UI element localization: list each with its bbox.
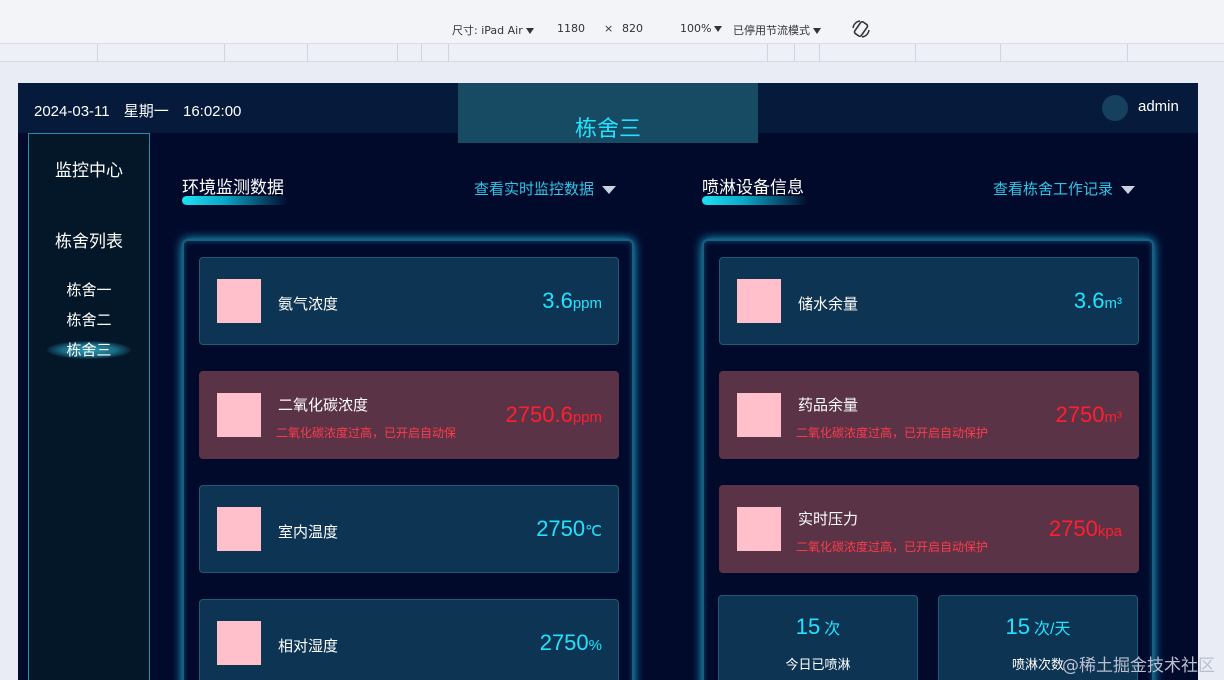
card-name: 室内温度 — [278, 523, 339, 541]
card-name: 药品余量 — [798, 396, 859, 414]
stat-unit: 次/天 — [1034, 621, 1071, 638]
stat-today-sprays: 15 次 今日已喷淋 — [718, 595, 918, 680]
sidebar-list-title[interactable]: 栋舍列表 — [29, 227, 149, 252]
stat-number: 15 — [795, 614, 821, 639]
spray-record-link[interactable]: 查看栋舍工作记录 — [993, 178, 1136, 199]
env-panel: 氨气浓度 3.6ppm 二氧化碳浓度 二氧化碳浓度过高，已开启自动保 2750.… — [182, 239, 634, 680]
card-name: 相对湿度 — [278, 637, 339, 655]
card-name: 二氧化碳浓度 — [278, 396, 369, 414]
dashboard: 2024-03-11 星期一 16:02:00 admin 栋舍三 监控中心 栋… — [18, 83, 1198, 680]
spray-section-title: 喷淋设备信息 — [702, 178, 804, 198]
throttle-label: 已停用节流模式 — [733, 24, 810, 37]
card-value: 3.6m³ — [1074, 288, 1122, 314]
rotate-icon — [852, 20, 870, 38]
value-number: 2750 — [1055, 402, 1105, 427]
time-text: 16:02:00 — [182, 103, 242, 120]
chevron-down-icon — [525, 28, 534, 34]
value-number: 2750 — [536, 516, 586, 541]
value-unit: kpa — [1097, 523, 1122, 540]
value-unit: ppm — [572, 295, 602, 312]
page-title-box: 栋舍三 — [458, 83, 758, 143]
zoom-select[interactable]: 100% — [680, 22, 723, 35]
stat-number: 15 — [1005, 614, 1031, 639]
datetime: 2024-03-11 星期一 16:02:00 — [34, 100, 251, 121]
sidebar: 监控中心 栋舍列表 栋舍一 栋舍二 栋舍三 — [28, 133, 150, 680]
stat-value: 15 次/天 — [939, 614, 1137, 640]
card-name: 实时压力 — [798, 510, 859, 528]
sidebar-item-1[interactable]: 栋舍一 — [29, 279, 149, 300]
chevron-down-icon — [1121, 185, 1136, 194]
spray-title-underline — [702, 196, 808, 205]
medicine-icon — [737, 393, 781, 437]
value-number: 3.6 — [542, 288, 573, 313]
value-number: 3.6 — [1073, 288, 1105, 313]
height-input[interactable]: 820 — [622, 22, 643, 35]
username[interactable]: admin — [1138, 98, 1179, 115]
sidebar-item-3[interactable]: 栋舍三 — [29, 339, 149, 360]
card-warning: 二氧化碳浓度过高，已开启自动保护 — [796, 540, 989, 554]
temperature-icon — [217, 507, 261, 551]
value-unit: m³ — [1104, 295, 1123, 312]
env-card-humidity: 相对湿度 2750% — [199, 599, 619, 680]
env-section-title: 环境监测数据 — [182, 178, 284, 198]
value-number: 2750 — [1048, 516, 1098, 541]
device-label: 尺寸: iPad Air — [452, 24, 523, 37]
card-value: 2750℃ — [536, 516, 602, 542]
device-select[interactable]: 尺寸: iPad Air — [452, 22, 534, 38]
sidebar-item-2[interactable]: 栋舍二 — [29, 309, 149, 330]
zoom-label: 100% — [680, 22, 712, 35]
value-unit: ℃ — [585, 523, 602, 540]
width-input[interactable]: 1180 — [557, 22, 585, 35]
chevron-down-icon — [714, 26, 723, 32]
pressure-icon — [737, 507, 781, 551]
times-label: × — [604, 22, 614, 35]
value-unit: ppm — [572, 409, 602, 426]
value-unit: m³ — [1104, 409, 1123, 426]
media-query-ruler — [0, 44, 1224, 62]
ammonia-icon — [217, 279, 261, 323]
sidebar-monitor-center[interactable]: 监控中心 — [29, 156, 149, 181]
spray-link-text: 查看栋舍工作记录 — [993, 180, 1114, 198]
avatar[interactable] — [1102, 95, 1128, 121]
chevron-down-icon — [813, 28, 821, 34]
card-name: 储水余量 — [798, 295, 859, 313]
value-number: 2750 — [539, 630, 589, 655]
card-value: 2750kpa — [1049, 516, 1122, 542]
watermark: @稀土掘金技术社区 — [1062, 656, 1215, 676]
chevron-down-icon — [602, 185, 617, 194]
stat-value: 15 次 — [719, 614, 917, 640]
env-card-temperature: 室内温度 2750℃ — [199, 485, 619, 573]
spray-card-water: 储水余量 3.6m³ — [719, 257, 1139, 345]
stat-unit: 次 — [824, 621, 841, 638]
date-text: 2024-03-11 — [34, 103, 110, 120]
devtools-toolbar: 尺寸: iPad Air 1180 × 820 100% 已停用节流模式 — [0, 0, 1224, 44]
env-link-text: 查看实时监控数据 — [474, 180, 595, 198]
water-icon — [737, 279, 781, 323]
card-value: 3.6ppm — [542, 288, 602, 314]
card-value: 2750m³ — [1056, 402, 1122, 428]
card-warning: 二氧化碳浓度过高，已开启自动保护 — [796, 426, 989, 440]
env-title-underline — [182, 196, 288, 205]
env-card-ammonia: 氨气浓度 3.6ppm — [199, 257, 619, 345]
rotate-button[interactable] — [851, 19, 871, 42]
weekday-text: 星期一 — [123, 103, 169, 120]
throttle-select[interactable]: 已停用节流模式 — [733, 22, 821, 38]
co2-icon — [217, 393, 261, 437]
card-name: 氨气浓度 — [278, 295, 339, 313]
value-unit: % — [588, 637, 602, 654]
card-warning: 二氧化碳浓度过高，已开启自动保 — [276, 426, 457, 440]
env-monitor-link[interactable]: 查看实时监控数据 — [474, 178, 617, 199]
env-card-co2: 二氧化碳浓度 二氧化碳浓度过高，已开启自动保 2750.6ppm — [199, 371, 619, 459]
page-title: 栋舍三 — [574, 117, 641, 142]
spray-card-pressure: 实时压力 二氧化碳浓度过高，已开启自动保护 2750kpa — [719, 485, 1139, 573]
humidity-icon — [217, 621, 261, 665]
card-value: 2750.6ppm — [506, 402, 602, 428]
spray-card-medicine: 药品余量 二氧化碳浓度过高，已开启自动保护 2750m³ — [719, 371, 1139, 459]
stat-label: 今日已喷淋 — [785, 658, 851, 673]
card-value: 2750% — [540, 630, 602, 656]
value-number: 2750.6 — [505, 402, 573, 427]
